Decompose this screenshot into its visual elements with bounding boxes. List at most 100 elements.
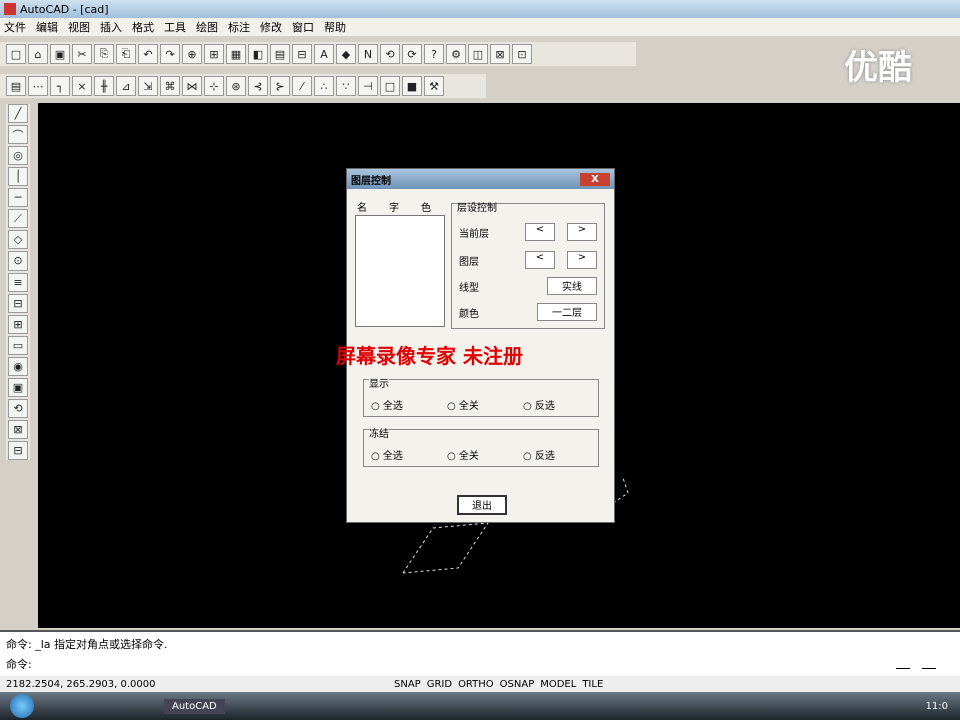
toolbar-button-icon[interactable]: ⚙ — [446, 44, 466, 64]
draw-tool-icon[interactable]: ⌘ — [160, 76, 180, 96]
toolbar-button-icon[interactable]: ⊟ — [292, 44, 312, 64]
toolbar-button-icon[interactable]: ⎘ — [94, 44, 114, 64]
toolbar-button-icon[interactable]: ▣ — [50, 44, 70, 64]
toolbar-button-icon[interactable]: ? — [424, 44, 444, 64]
toolbar-button-icon[interactable]: ◧ — [248, 44, 268, 64]
modify-tool-icon[interactable]: ⌒ — [8, 125, 28, 145]
toolbar-button-icon[interactable]: ↷ — [160, 44, 180, 64]
modify-tool-icon[interactable]: │ — [8, 167, 28, 187]
display-invert-radio[interactable]: ○ 反选 — [523, 397, 555, 412]
draw-tool-icon[interactable]: ∴ — [314, 76, 334, 96]
draw-tool-icon[interactable]: ⊱ — [270, 76, 290, 96]
draw-tool-icon[interactable]: ⊰ — [248, 76, 268, 96]
taskbar-autocad[interactable]: AutoCAD — [164, 698, 225, 714]
mode-toggle[interactable]: TILE — [582, 679, 603, 690]
modify-tool-icon[interactable]: ⊠ — [8, 419, 28, 439]
toolbar-button-icon[interactable]: ↶ — [138, 44, 158, 64]
menu-item[interactable]: 帮助 — [324, 19, 346, 35]
menu-item[interactable]: 格式 — [132, 19, 154, 35]
draw-tool-icon[interactable]: ■ — [402, 76, 422, 96]
draw-tool-icon[interactable]: ⇲ — [138, 76, 158, 96]
draw-tool-icon[interactable]: ⊛ — [226, 76, 246, 96]
modify-tool-icon[interactable]: ⊞ — [8, 314, 28, 334]
toolbar-button-icon[interactable]: ⎗ — [116, 44, 136, 64]
draw-tool-icon[interactable]: □ — [380, 76, 400, 96]
menu-item[interactable]: 标注 — [228, 19, 250, 35]
modify-tool-icon[interactable]: ◉ — [8, 356, 28, 376]
menu-item[interactable]: 工具 — [164, 19, 186, 35]
mode-toggle[interactable]: MODEL — [540, 679, 576, 690]
modify-tool-icon[interactable]: ╱ — [8, 104, 28, 124]
menu-item[interactable]: 窗口 — [292, 19, 314, 35]
toolbar-button-icon[interactable]: N — [358, 44, 378, 64]
layer-list[interactable] — [355, 215, 445, 327]
toolbar-button-icon[interactable]: ⌂ — [28, 44, 48, 64]
menu-item[interactable]: 文件 — [4, 19, 26, 35]
linetype-field[interactable]: 实线 — [547, 277, 597, 295]
toolbar-button-icon[interactable]: ⟳ — [402, 44, 422, 64]
scroll-right-button[interactable] — [922, 656, 936, 669]
menu-item[interactable]: 绘图 — [196, 19, 218, 35]
prev-button-2[interactable]: < — [525, 251, 555, 269]
modify-tool-icon[interactable]: ▭ — [8, 335, 28, 355]
modify-tool-icon[interactable]: ⊟ — [8, 293, 28, 313]
toolbar-button-icon[interactable]: A — [314, 44, 334, 64]
modify-tool-icon[interactable]: ⟋ — [8, 209, 28, 229]
draw-tool-icon[interactable]: ⊣ — [358, 76, 378, 96]
start-button[interactable] — [10, 694, 34, 718]
toolbar-button-icon[interactable]: □ — [6, 44, 26, 64]
command-window[interactable]: 命令: _la 指定对角点或选择命令. 命令: — [0, 630, 960, 678]
menu-item[interactable]: 视图 — [68, 19, 90, 35]
menu-item[interactable]: 插入 — [100, 19, 122, 35]
toolbar-button-icon[interactable]: ⊕ — [182, 44, 202, 64]
toolbar-button-icon[interactable]: ⊡ — [512, 44, 532, 64]
modify-tool-icon[interactable]: ▣ — [8, 377, 28, 397]
modify-tool-icon[interactable]: ◎ — [8, 146, 28, 166]
toolbar-button-icon[interactable]: ▤ — [270, 44, 290, 64]
draw-tool-icon[interactable]: ╫ — [94, 76, 114, 96]
next-button-2[interactable]: > — [567, 251, 597, 269]
title-bar: AutoCAD - [cad] — [0, 0, 960, 18]
freeze-all-radio[interactable]: ○ 全选 — [371, 447, 403, 462]
mode-toggle[interactable]: GRID — [427, 679, 452, 690]
modify-tool-icon[interactable]: ⊙ — [8, 251, 28, 271]
modify-tool-icon[interactable]: ≡ — [8, 272, 28, 292]
modify-tool-icon[interactable]: ─ — [8, 188, 28, 208]
section-label: 层设控制 — [457, 203, 497, 214]
toolbar-button-icon[interactable]: ◆ — [336, 44, 356, 64]
menu-item[interactable]: 修改 — [260, 19, 282, 35]
display-none-radio[interactable]: ○ 全关 — [447, 397, 479, 412]
mode-toggle[interactable]: ORTHO — [458, 679, 494, 690]
scroll-left-button[interactable] — [896, 656, 910, 669]
prev-button-1[interactable]: < — [525, 223, 555, 241]
draw-tool-icon[interactable]: ⚒ — [424, 76, 444, 96]
draw-tool-icon[interactable]: ┐ — [50, 76, 70, 96]
mode-toggle[interactable]: OSNAP — [500, 679, 535, 690]
modify-tool-icon[interactable]: ⊟ — [8, 441, 28, 461]
modify-tool-icon[interactable]: ⟲ — [8, 398, 28, 418]
draw-tool-icon[interactable]: ⊿ — [116, 76, 136, 96]
draw-tool-icon[interactable]: ∵ — [336, 76, 356, 96]
next-button-1[interactable]: > — [567, 223, 597, 241]
draw-tool-icon[interactable]: ⋈ — [182, 76, 202, 96]
freeze-invert-radio[interactable]: ○ 反选 — [523, 447, 555, 462]
toolbar-button-icon[interactable]: ◫ — [468, 44, 488, 64]
modify-tool-icon[interactable]: ◇ — [8, 230, 28, 250]
display-all-radio[interactable]: ○ 全选 — [371, 397, 403, 412]
draw-tool-icon[interactable]: ⋯ — [28, 76, 48, 96]
draw-tool-icon[interactable]: ▤ — [6, 76, 26, 96]
toolbar-button-icon[interactable]: ▦ — [226, 44, 246, 64]
toolbar-button-icon[interactable]: ⊠ — [490, 44, 510, 64]
menu-item[interactable]: 编辑 — [36, 19, 58, 35]
toolbar-button-icon[interactable]: ⊞ — [204, 44, 224, 64]
draw-tool-icon[interactable]: ⊹ — [204, 76, 224, 96]
draw-tool-icon[interactable]: × — [72, 76, 92, 96]
toolbar-button-icon[interactable]: ⟲ — [380, 44, 400, 64]
draw-tool-icon[interactable]: ⁄ — [292, 76, 312, 96]
exit-button[interactable]: 退出 — [457, 495, 507, 515]
freeze-none-radio[interactable]: ○ 全关 — [447, 447, 479, 462]
close-button[interactable]: X — [580, 172, 610, 186]
toolbar-button-icon[interactable]: ✂ — [72, 44, 92, 64]
color-button[interactable]: 一二层 — [537, 303, 597, 321]
mode-toggle[interactable]: SNAP — [394, 679, 421, 690]
